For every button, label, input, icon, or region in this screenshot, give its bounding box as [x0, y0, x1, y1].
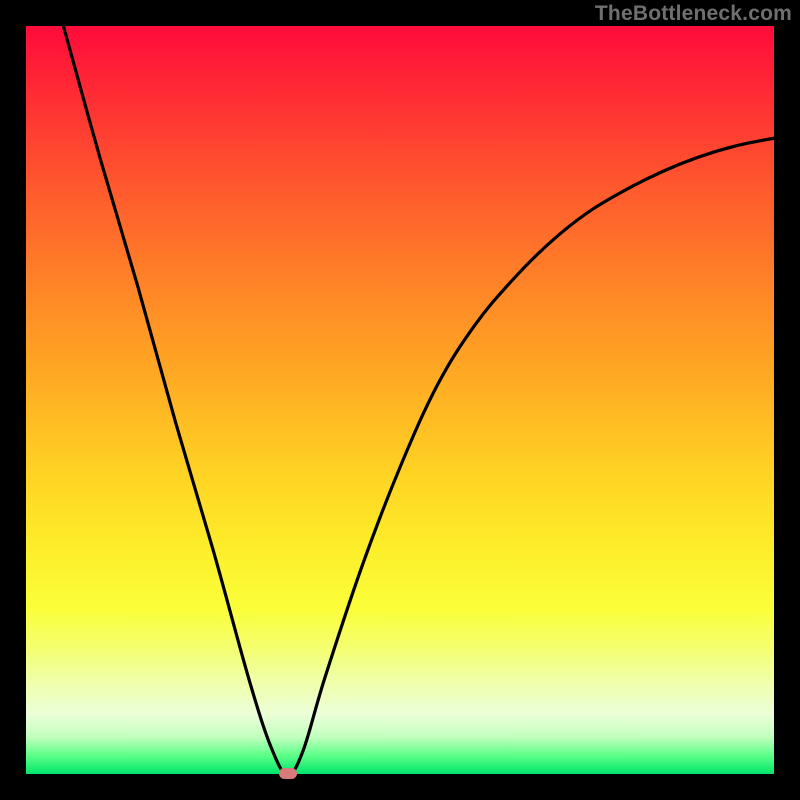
curve-svg	[26, 26, 774, 774]
bottleneck-curve	[63, 26, 774, 774]
watermark-text: TheBottleneck.com	[595, 2, 792, 26]
optimal-marker	[279, 768, 297, 779]
chart-frame: TheBottleneck.com	[0, 0, 800, 800]
plot-area	[26, 26, 774, 774]
